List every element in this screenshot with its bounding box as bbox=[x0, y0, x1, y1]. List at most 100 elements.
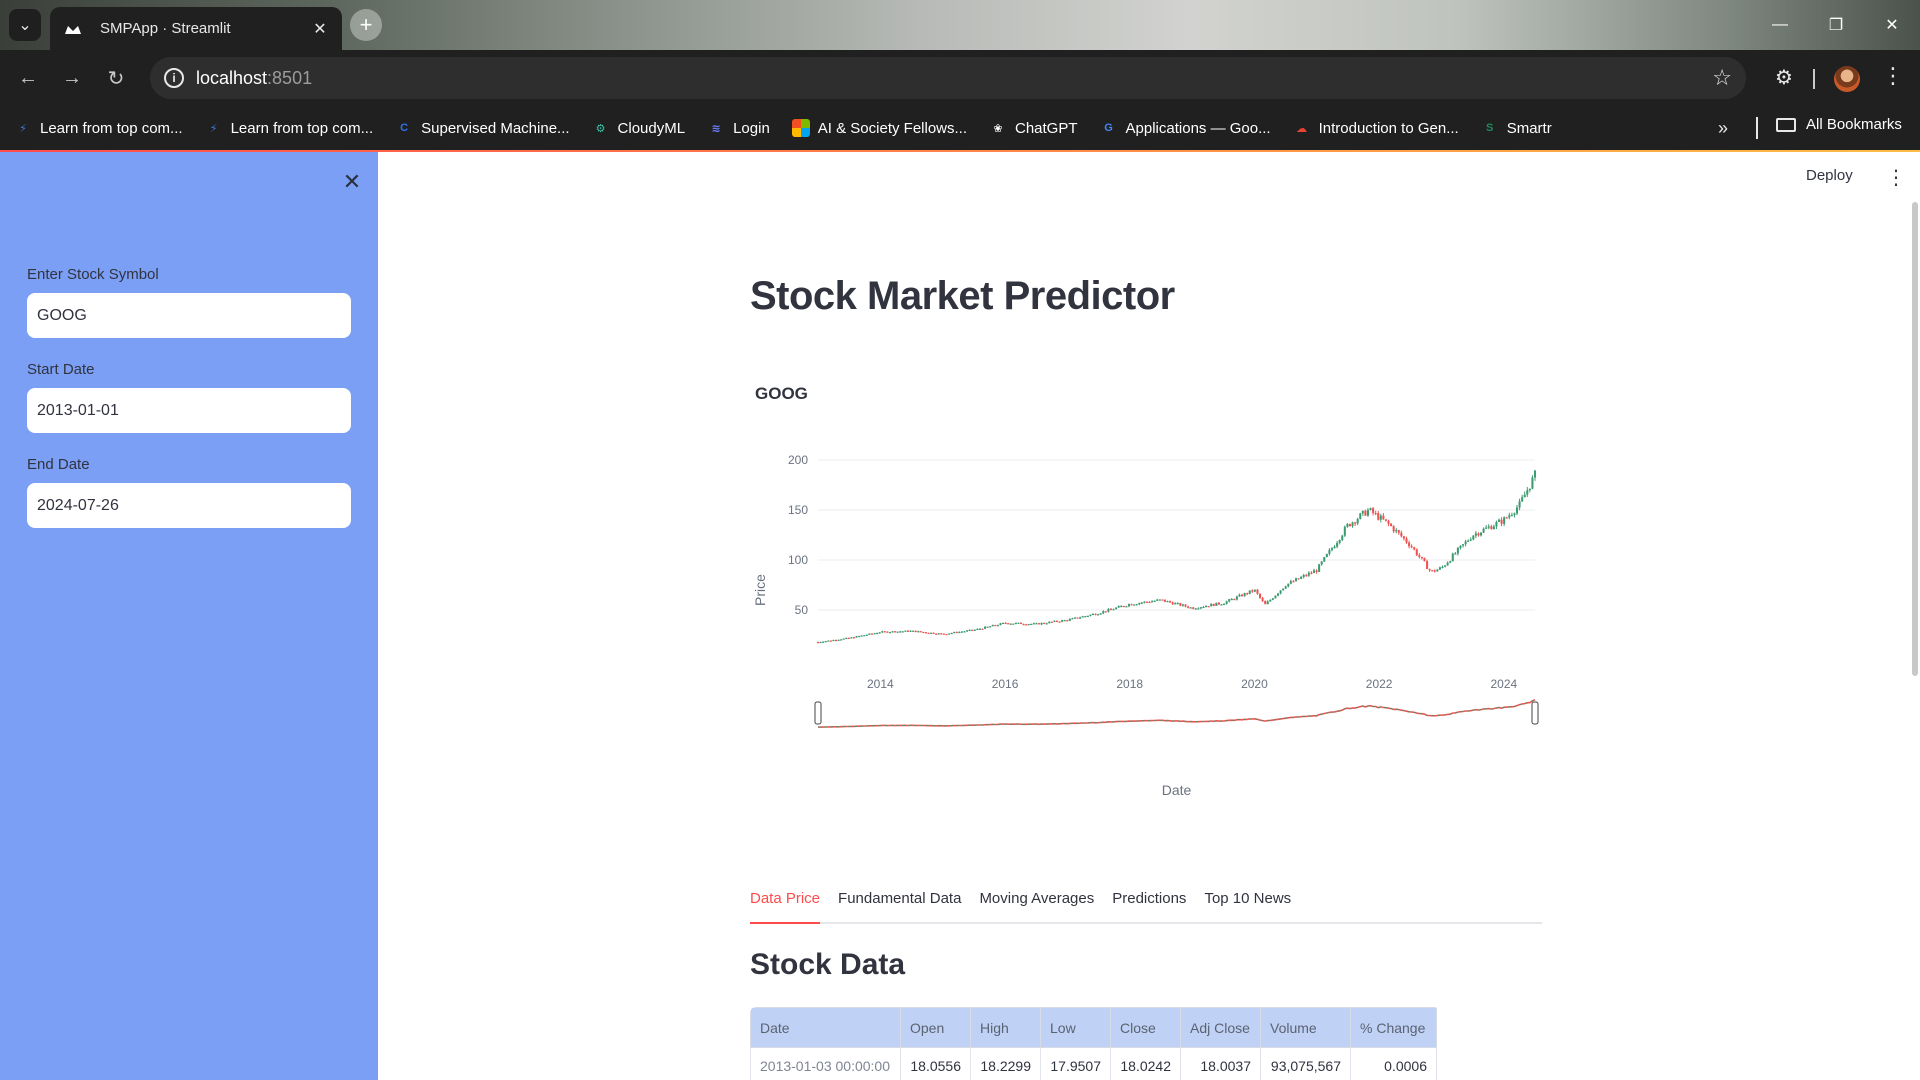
column-header[interactable]: % Change bbox=[1350, 1007, 1437, 1048]
x-tick-label: 2020 bbox=[1241, 677, 1268, 691]
extensions-icon[interactable]: ⚙ bbox=[1770, 63, 1798, 91]
candle-body bbox=[1323, 557, 1326, 562]
column-header[interactable]: High bbox=[970, 1007, 1041, 1048]
main-scrollbar[interactable] bbox=[1912, 202, 1918, 676]
candle-body bbox=[860, 635, 863, 637]
candle-body bbox=[1356, 519, 1359, 524]
price-chart[interactable]: 50 100 150 200 2014 2016 2018 2020 2022 2024 Price… bbox=[745, 440, 1545, 810]
candle-body bbox=[1181, 604, 1184, 606]
bookmark-item[interactable]: S Smartr bbox=[1481, 119, 1552, 137]
range-slider-right-handle[interactable] bbox=[1531, 701, 1539, 725]
candle-body bbox=[1449, 561, 1452, 563]
new-tab-button[interactable]: + bbox=[350, 9, 382, 41]
deploy-button[interactable]: Deploy bbox=[1806, 167, 1853, 184]
tab-search-button[interactable]: ⌄ bbox=[9, 9, 41, 41]
close-tab-icon[interactable]: ✕ bbox=[310, 19, 330, 39]
bookmark-item[interactable]: ⚙ CloudyML bbox=[592, 119, 685, 137]
address-bar[interactable]: i localhost:8501 ☆ bbox=[150, 57, 1746, 99]
main-menu-icon[interactable]: ⋮ bbox=[1886, 165, 1906, 190]
lightning-icon: ⚡ bbox=[19, 122, 27, 135]
end-date-input[interactable]: 2024-07-26 bbox=[27, 483, 351, 528]
candle-body bbox=[971, 629, 974, 632]
browser-tab-active[interactable]: SMPApp · Streamlit ✕ bbox=[50, 7, 342, 50]
bookmark-item[interactable]: G Applications — Goo... bbox=[1100, 119, 1270, 137]
site-info-icon[interactable]: i bbox=[164, 68, 184, 88]
profile-avatar[interactable] bbox=[1834, 66, 1860, 92]
candle-body bbox=[1325, 553, 1328, 558]
candle-body bbox=[1456, 547, 1459, 554]
column-header[interactable]: Volume bbox=[1260, 1007, 1351, 1048]
candle-body bbox=[1515, 507, 1519, 514]
url-text[interactable]: localhost:8501 bbox=[196, 68, 312, 89]
column-header[interactable]: Open bbox=[900, 1007, 971, 1048]
candle-body bbox=[927, 632, 930, 634]
candle-body bbox=[1444, 565, 1447, 567]
table-row[interactable]: 2013-01-03 00:00:00 18.0556 18.2299 17.9507… bbox=[750, 1047, 1437, 1080]
candle-body bbox=[1012, 623, 1015, 625]
candle-body bbox=[1523, 494, 1526, 498]
candle-body bbox=[976, 628, 979, 631]
column-header[interactable]: Date bbox=[750, 1007, 901, 1048]
candle-body bbox=[1241, 594, 1244, 597]
minimize-icon[interactable]: — bbox=[1752, 0, 1808, 50]
browser-menu-icon[interactable]: ⋮ bbox=[1882, 63, 1904, 89]
tab-data-price[interactable]: Data Price bbox=[750, 886, 821, 924]
more-bookmarks-icon[interactable]: » bbox=[1718, 118, 1728, 139]
candle-body bbox=[868, 633, 871, 635]
start-date-input[interactable]: 2013-01-01 bbox=[27, 388, 351, 433]
tab-moving-averages[interactable]: Moving Averages bbox=[979, 886, 1094, 924]
candle-body bbox=[1066, 620, 1069, 622]
candle-body bbox=[955, 631, 958, 634]
candle-body bbox=[1192, 607, 1195, 609]
restore-icon[interactable]: ❐ bbox=[1808, 0, 1864, 50]
candle-body bbox=[1351, 522, 1354, 527]
candle-body bbox=[891, 631, 894, 633]
candle-body bbox=[989, 626, 992, 628]
candle-body bbox=[1122, 605, 1125, 608]
all-bookmarks-button[interactable]: All Bookmarks bbox=[1776, 116, 1902, 133]
bookmark-item[interactable]: ≋ Login bbox=[707, 119, 769, 137]
tab-fundamental-data[interactable]: Fundamental Data bbox=[838, 886, 961, 924]
candle-body bbox=[958, 631, 961, 634]
candle-body bbox=[1243, 593, 1246, 597]
range-slider-left-handle[interactable] bbox=[814, 701, 822, 725]
tab-top-10-news[interactable]: Top 10 News bbox=[1204, 886, 1291, 924]
column-header[interactable]: Close bbox=[1110, 1007, 1181, 1048]
bookmark-item[interactable]: ❀ ChatGPT bbox=[989, 119, 1077, 137]
bookmark-item[interactable]: ⚡ Learn from top com... bbox=[14, 119, 182, 137]
bookmark-item[interactable]: ⚡ Learn from top com... bbox=[205, 119, 373, 137]
table-cell: 18.0037 bbox=[1180, 1047, 1261, 1080]
column-header[interactable]: Adj Close bbox=[1180, 1007, 1261, 1048]
bookmark-item[interactable]: C Supervised Machine... bbox=[395, 119, 569, 137]
close-sidebar-icon[interactable]: ✕ bbox=[340, 169, 364, 194]
candle-body bbox=[1387, 520, 1390, 524]
tab-predictions[interactable]: Predictions bbox=[1112, 886, 1186, 924]
candle-body bbox=[994, 624, 997, 627]
candle-body bbox=[1079, 617, 1082, 619]
candle-body bbox=[827, 640, 830, 642]
bookmark-item[interactable]: AI & Society Fellows... bbox=[791, 119, 967, 137]
candle-body bbox=[1058, 621, 1061, 623]
chevron-down-icon: ⌄ bbox=[18, 17, 32, 34]
candle-body bbox=[852, 637, 856, 639]
candle-body bbox=[1261, 597, 1264, 602]
candle-body bbox=[1300, 576, 1303, 579]
column-header[interactable]: Low bbox=[1040, 1007, 1111, 1048]
x-tick-label: 2016 bbox=[992, 677, 1019, 691]
forward-icon[interactable]: → bbox=[58, 64, 86, 92]
close-window-icon[interactable]: ✕ bbox=[1864, 0, 1920, 50]
table-cell: 17.9507 bbox=[1040, 1047, 1111, 1080]
bookmark-item[interactable]: ☁ Introduction to Gen... bbox=[1293, 119, 1459, 137]
candle-body bbox=[1521, 497, 1524, 502]
candle-body bbox=[986, 626, 989, 628]
candle-body bbox=[1037, 623, 1041, 625]
candle-body bbox=[1454, 553, 1457, 555]
back-icon[interactable]: ← bbox=[14, 64, 42, 92]
candle-body bbox=[1292, 581, 1295, 583]
candle-body bbox=[1328, 549, 1331, 554]
bookmark-star-icon[interactable]: ☆ bbox=[1712, 65, 1732, 91]
candle-body bbox=[1485, 527, 1488, 529]
symbol-input[interactable]: GOOG bbox=[27, 293, 351, 338]
reload-icon[interactable]: ↻ bbox=[102, 64, 130, 92]
stock-data-table[interactable]: Date Open High Low Close Adj Close Volume% Cha… bbox=[750, 1007, 1440, 1080]
